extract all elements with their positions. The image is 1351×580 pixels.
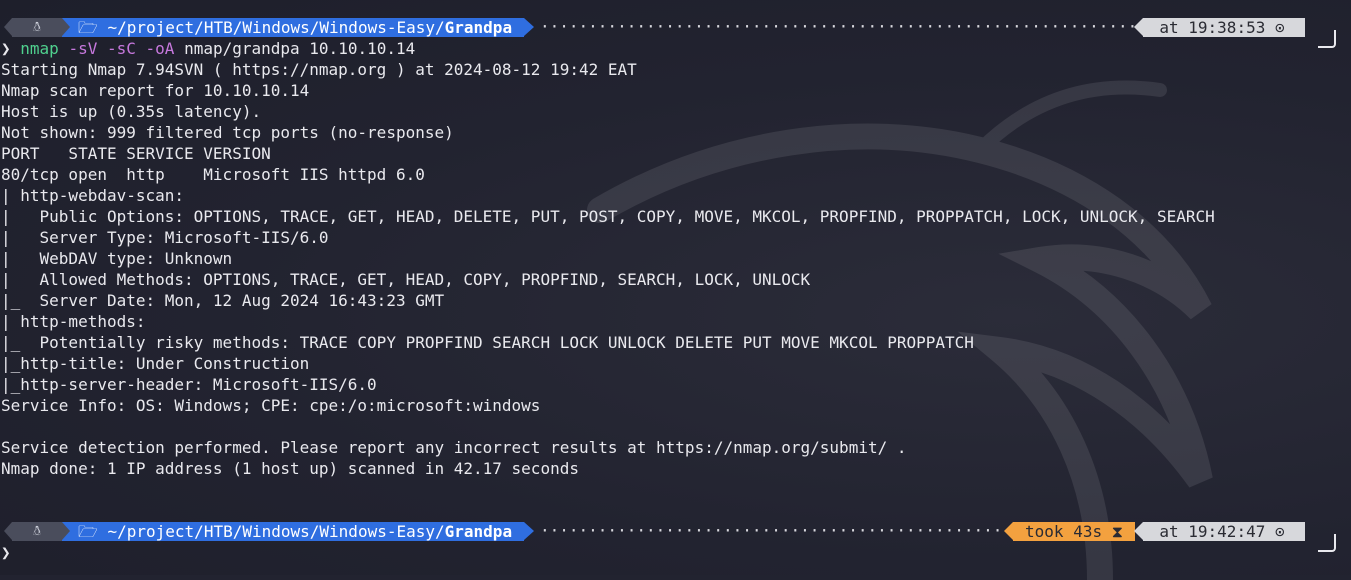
output-line: | Allowed Methods: OPTIONS, TRACE, GET, …: [1, 270, 811, 289]
os-segment: 🐧︎: [4, 522, 62, 541]
duration-segment: took 43s ⧗: [1004, 522, 1135, 541]
output-line: Nmap scan report for 10.10.10.14: [1, 81, 310, 100]
prompt-symbol: ❯: [1, 543, 11, 562]
output-line: Starting Nmap 7.94SVN ( https://nmap.org…: [1, 60, 637, 79]
output-line: Nmap done: 1 IP address (1 host up) scan…: [1, 459, 579, 478]
output-line: Service detection performed. Please repo…: [1, 438, 907, 457]
output-line: Service Info: OS: Windows; CPE: cpe:/o:m…: [1, 396, 541, 415]
prompt-bar: 🐧︎ 🗁 ~/project/HTB/Windows/Windows-Easy/…: [0, 521, 1351, 542]
path-prefix: ~/project/HTB/Windows/Windows-Easy/: [107, 522, 445, 541]
prompt-corner: [1318, 534, 1336, 552]
directory-segment: 🗁 ~/project/HTB/Windows/Windows-Easy/Gra…: [62, 522, 534, 541]
prompt-bar: 🐧︎ 🗁 ~/project/HTB/Windows/Windows-Easy/…: [0, 17, 1351, 38]
os-segment: 🐧︎: [4, 18, 62, 37]
output-line: |_ Potentially risky methods: TRACE COPY…: [1, 333, 974, 352]
command-args: nmap/grandpa 10.10.10.14: [184, 39, 416, 58]
terminal-window[interactable]: 🐧︎ 🗁 ~/project/HTB/Windows/Windows-Easy/…: [0, 0, 1351, 580]
current-directory: Grandpa: [444, 522, 513, 541]
output-line: Host is up (0.35s latency).: [1, 102, 262, 121]
prompt-corner: [1318, 30, 1336, 48]
output-line: 80/tcp open http Microsoft IIS httpd 6.0: [1, 165, 425, 184]
time-segment: at 19:42:47 ⊙: [1134, 522, 1305, 541]
output-line: | http-webdav-scan:: [1, 186, 185, 205]
dragon-logo-icon: [587, 80, 1213, 580]
output-line: | WebDAV type: Unknown: [1, 249, 233, 268]
command-flags: -sV -sC -oA: [68, 39, 175, 58]
linux-tux-icon: 🐧︎: [32, 524, 41, 539]
command-line[interactable]: ❯ nmap -sV -sC -oA nmap/grandpa 10.10.10…: [1, 38, 415, 59]
output-line: PORT STATE SERVICE VERSION: [1, 144, 271, 163]
output-line: |_http-title: Under Construction: [1, 354, 310, 373]
time-segment: at 19:38:53 ⊙: [1134, 18, 1305, 37]
prompt-filler-dots: ········································…: [540, 17, 1134, 36]
folder-icon: 🗁: [78, 522, 98, 541]
linux-tux-icon: 🐧︎: [32, 20, 41, 35]
output-line: | Public Options: OPTIONS, TRACE, GET, H…: [1, 207, 1215, 226]
command-name: nmap: [20, 39, 59, 58]
path-prefix: ~/project/HTB/Windows/Windows-Easy/: [107, 18, 445, 37]
input-line[interactable]: ❯: [1, 542, 11, 563]
output-line: |_ Server Date: Mon, 12 Aug 2024 16:43:2…: [1, 291, 445, 310]
current-directory: Grandpa: [444, 18, 513, 37]
output-line: | Server Type: Microsoft-IIS/6.0: [1, 228, 329, 247]
output-line: | http-methods:: [1, 312, 146, 331]
output-line: Not shown: 999 filtered tcp ports (no-re…: [1, 123, 454, 142]
directory-segment: 🗁 ~/project/HTB/Windows/Windows-Easy/Gra…: [62, 18, 534, 37]
folder-icon: 🗁: [78, 18, 98, 37]
prompt-filler-dots: ········································…: [540, 521, 1002, 540]
prompt-symbol: ❯: [1, 39, 11, 58]
output-line: |_http-server-header: Microsoft-IIS/6.0: [1, 375, 377, 394]
